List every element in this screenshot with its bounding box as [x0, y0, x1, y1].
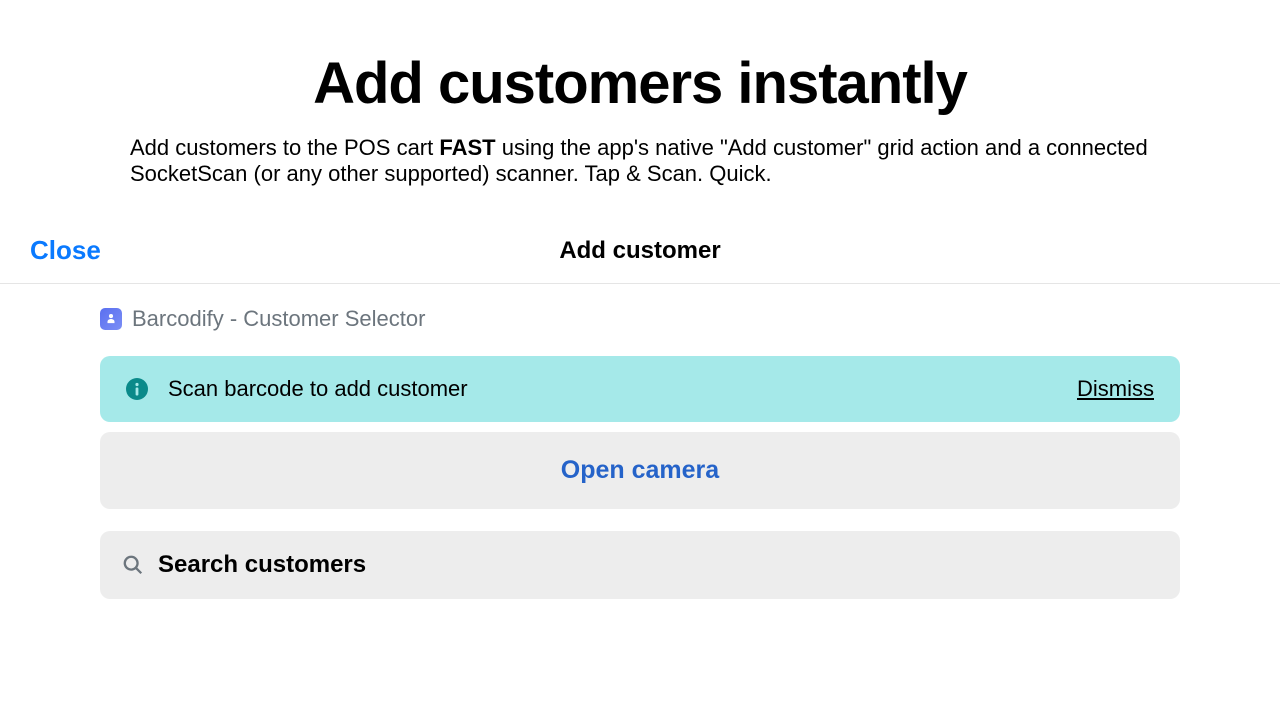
search-customers-bar[interactable]: [100, 531, 1180, 599]
info-icon: [126, 378, 148, 400]
search-input[interactable]: [158, 551, 1158, 579]
close-button[interactable]: Close: [30, 235, 101, 266]
hero-subtitle-before: Add customers to the POS cart: [130, 135, 439, 160]
app-name: Barcodify - Customer Selector: [132, 306, 425, 332]
modal-title: Add customer: [30, 237, 1250, 265]
search-icon: [122, 554, 144, 576]
hero-title: Add customers instantly: [130, 50, 1150, 117]
dismiss-button[interactable]: Dismiss: [1077, 376, 1154, 402]
app-icon: [100, 308, 122, 330]
hero-subtitle: Add customers to the POS cart FAST using…: [130, 135, 1150, 187]
hero-section: Add customers instantly Add customers to…: [0, 0, 1280, 217]
hero-subtitle-fast: FAST: [439, 135, 495, 160]
open-camera-label: Open camera: [561, 456, 719, 484]
app-label-row: Barcodify - Customer Selector: [100, 306, 1180, 332]
modal-content: Barcodify - Customer Selector Scan barco…: [0, 284, 1280, 599]
banner-text: Scan barcode to add customer: [168, 376, 468, 402]
scan-info-banner: Scan barcode to add customer Dismiss: [100, 356, 1180, 422]
open-camera-button[interactable]: Open camera: [100, 432, 1180, 509]
banner-left: Scan barcode to add customer: [126, 376, 468, 402]
modal-header: Close Add customer: [0, 217, 1280, 284]
